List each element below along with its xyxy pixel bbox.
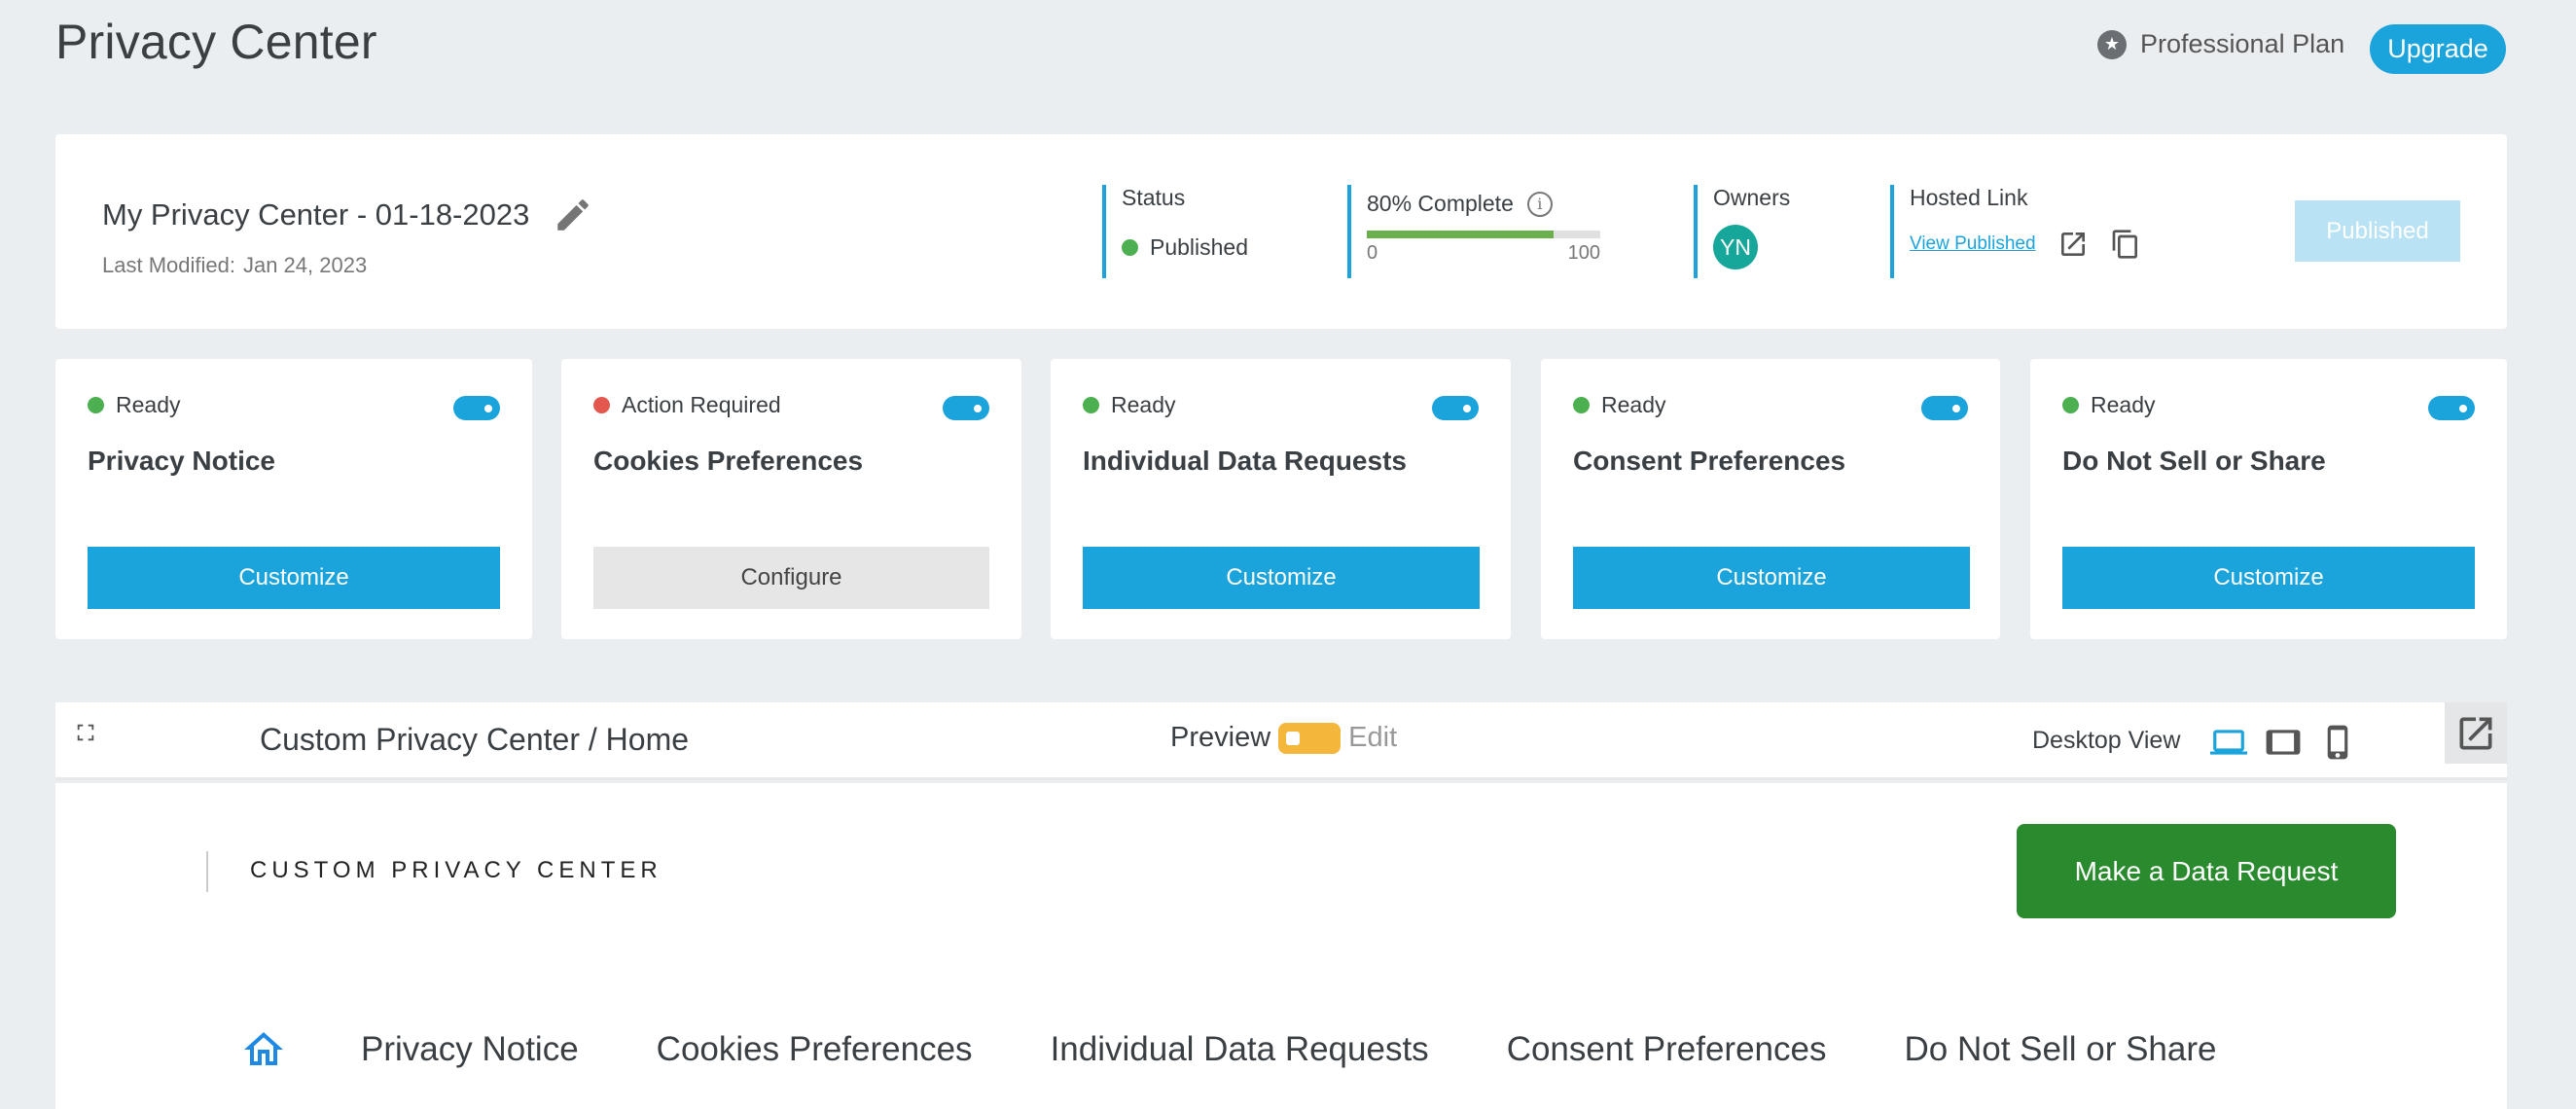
site-title: CUSTOM PRIVACY CENTER xyxy=(250,857,662,883)
view-mode-label: Desktop View xyxy=(2032,727,2181,754)
card-status-text: Ready xyxy=(116,392,181,417)
nav-item-cookies-preferences[interactable]: Cookies Preferences xyxy=(657,1030,973,1069)
customize-button[interactable]: Customize xyxy=(88,547,500,609)
card-enable-toggle[interactable] xyxy=(1432,396,1479,420)
card-do-not-sell-or-share: Ready Do Not Sell or Share Customize xyxy=(2030,359,2507,639)
card-privacy-notice: Ready Privacy Notice Customize xyxy=(55,359,532,639)
card-title: Cookies Preferences xyxy=(593,446,864,476)
owners-label: Owners xyxy=(1713,185,1791,210)
status-dot-icon xyxy=(88,397,104,413)
status-dot-icon xyxy=(2062,397,2079,413)
open-external-icon[interactable] xyxy=(2057,229,2089,260)
laptop-icon[interactable] xyxy=(2209,724,2248,761)
star-circle-icon: ★ xyxy=(2097,29,2127,59)
progress-label: 80% Complete xyxy=(1367,191,1514,216)
open-external-icon xyxy=(2459,717,2492,749)
card-status: Action Required xyxy=(593,392,781,418)
preview-edit-switch: Preview Edit xyxy=(1170,722,1397,754)
view-published-link[interactable]: View Published xyxy=(1910,233,2036,255)
privacy-center-name: My Privacy Center - 01-18-2023 xyxy=(102,195,593,235)
status-value-text: Published xyxy=(1150,234,1249,260)
edit-label: Edit xyxy=(1348,722,1398,753)
nav-item-do-not-sell-or-share[interactable]: Do Not Sell or Share xyxy=(1904,1030,2216,1069)
progress-bar xyxy=(1367,231,1600,238)
progress-header: 80% Complete i xyxy=(1367,185,1591,217)
card-title: Privacy Notice xyxy=(88,446,275,476)
status-label: Status xyxy=(1122,185,1186,210)
breadcrumb: Custom Privacy Center / Home xyxy=(260,722,690,757)
card-consent-preferences: Ready Consent Preferences Customize xyxy=(1541,359,2000,639)
card-status: Ready xyxy=(88,392,180,418)
preview-label: Preview xyxy=(1170,722,1271,753)
phone-icon[interactable] xyxy=(2318,724,2357,761)
site-nav: Privacy Notice Cookies Preferences Indiv… xyxy=(240,1026,2216,1073)
status-dot-icon xyxy=(1573,397,1590,413)
status-column: Status Published xyxy=(1102,185,1336,278)
last-modified-value: Jan 24, 2023 xyxy=(242,253,368,277)
published-button[interactable]: Published xyxy=(2295,200,2460,262)
card-status-text: Ready xyxy=(2091,392,2156,417)
customize-button[interactable]: Customize xyxy=(2062,547,2475,609)
page-title: Privacy Center xyxy=(55,15,377,69)
tablet-icon[interactable] xyxy=(2264,724,2303,761)
customize-button[interactable]: Customize xyxy=(1083,547,1480,609)
nav-item-individual-data-requests[interactable]: Individual Data Requests xyxy=(1051,1030,1429,1069)
status-dot-icon xyxy=(1083,397,1099,413)
fullscreen-icon[interactable] xyxy=(75,722,96,743)
card-status-text: Ready xyxy=(1111,392,1176,417)
privacy-center-summary: My Privacy Center - 01-18-2023 Last Modi… xyxy=(55,134,2507,329)
card-enable-toggle[interactable] xyxy=(2428,396,2475,420)
make-data-request-button[interactable]: Make a Data Request xyxy=(2017,824,2396,918)
privacy-center-name-text: My Privacy Center - 01-18-2023 xyxy=(102,197,530,232)
progress-scale: 0 100 xyxy=(1367,242,1600,265)
progress-max: 100 xyxy=(1567,242,1600,264)
card-status: Ready xyxy=(1083,392,1175,418)
card-title: Consent Preferences xyxy=(1573,446,1846,476)
progress-min: 0 xyxy=(1367,242,1378,264)
last-modified: Last Modified: Jan 24, 2023 xyxy=(102,253,367,278)
hosted-link-row: View Published xyxy=(1910,229,2201,260)
logo-divider xyxy=(206,851,208,892)
hosted-link-column: Hosted Link View Published xyxy=(1890,185,2201,278)
card-cookies-preferences: Action Required Cookies Preferences Conf… xyxy=(561,359,1021,639)
card-title: Individual Data Requests xyxy=(1083,446,1407,476)
hosted-link-label: Hosted Link xyxy=(1910,185,2028,210)
owner-avatar[interactable]: YN xyxy=(1713,225,1758,269)
status-dot-icon xyxy=(1122,239,1138,256)
card-status: Ready xyxy=(1573,392,1665,418)
card-status-text: Ready xyxy=(1601,392,1666,417)
owners-column: Owners YN xyxy=(1694,185,1869,278)
card-individual-data-requests: Ready Individual Data Requests Customize xyxy=(1051,359,1511,639)
card-enable-toggle[interactable] xyxy=(1921,396,1968,420)
info-icon[interactable]: i xyxy=(1526,191,1553,217)
plan-label: Professional Plan xyxy=(2140,29,2345,58)
preview-canvas: CUSTOM PRIVACY CENTER Make a Data Reques… xyxy=(55,783,2507,1109)
card-title: Do Not Sell or Share xyxy=(2062,446,2326,476)
edit-pencil-icon[interactable] xyxy=(553,195,593,235)
progress-column: 80% Complete i 0 100 xyxy=(1347,185,1600,278)
preview-toolbar: Custom Privacy Center / Home Preview Edi… xyxy=(55,702,2507,780)
customize-button[interactable]: Customize xyxy=(1573,547,1970,609)
home-icon[interactable] xyxy=(240,1026,287,1073)
status-dot-icon xyxy=(593,397,610,413)
preview-edit-toggle[interactable] xyxy=(1278,722,1342,754)
nav-item-privacy-notice[interactable]: Privacy Notice xyxy=(361,1030,579,1069)
nav-item-consent-preferences[interactable]: Consent Preferences xyxy=(1507,1030,1827,1069)
card-status: Ready xyxy=(2062,392,2155,418)
card-status-text: Action Required xyxy=(622,392,781,417)
progress-bar-fill xyxy=(1367,231,1554,238)
plan-indicator: ★ Professional Plan xyxy=(2097,29,2344,59)
copy-icon[interactable] xyxy=(2110,229,2141,260)
last-modified-label: Last Modified: xyxy=(102,253,235,277)
card-enable-toggle[interactable] xyxy=(453,396,500,420)
popout-button[interactable] xyxy=(2445,702,2507,764)
upgrade-button[interactable]: Upgrade xyxy=(2370,24,2506,74)
card-enable-toggle[interactable] xyxy=(943,396,989,420)
configure-button[interactable]: Configure xyxy=(593,547,989,609)
status-value: Published xyxy=(1122,234,1336,261)
